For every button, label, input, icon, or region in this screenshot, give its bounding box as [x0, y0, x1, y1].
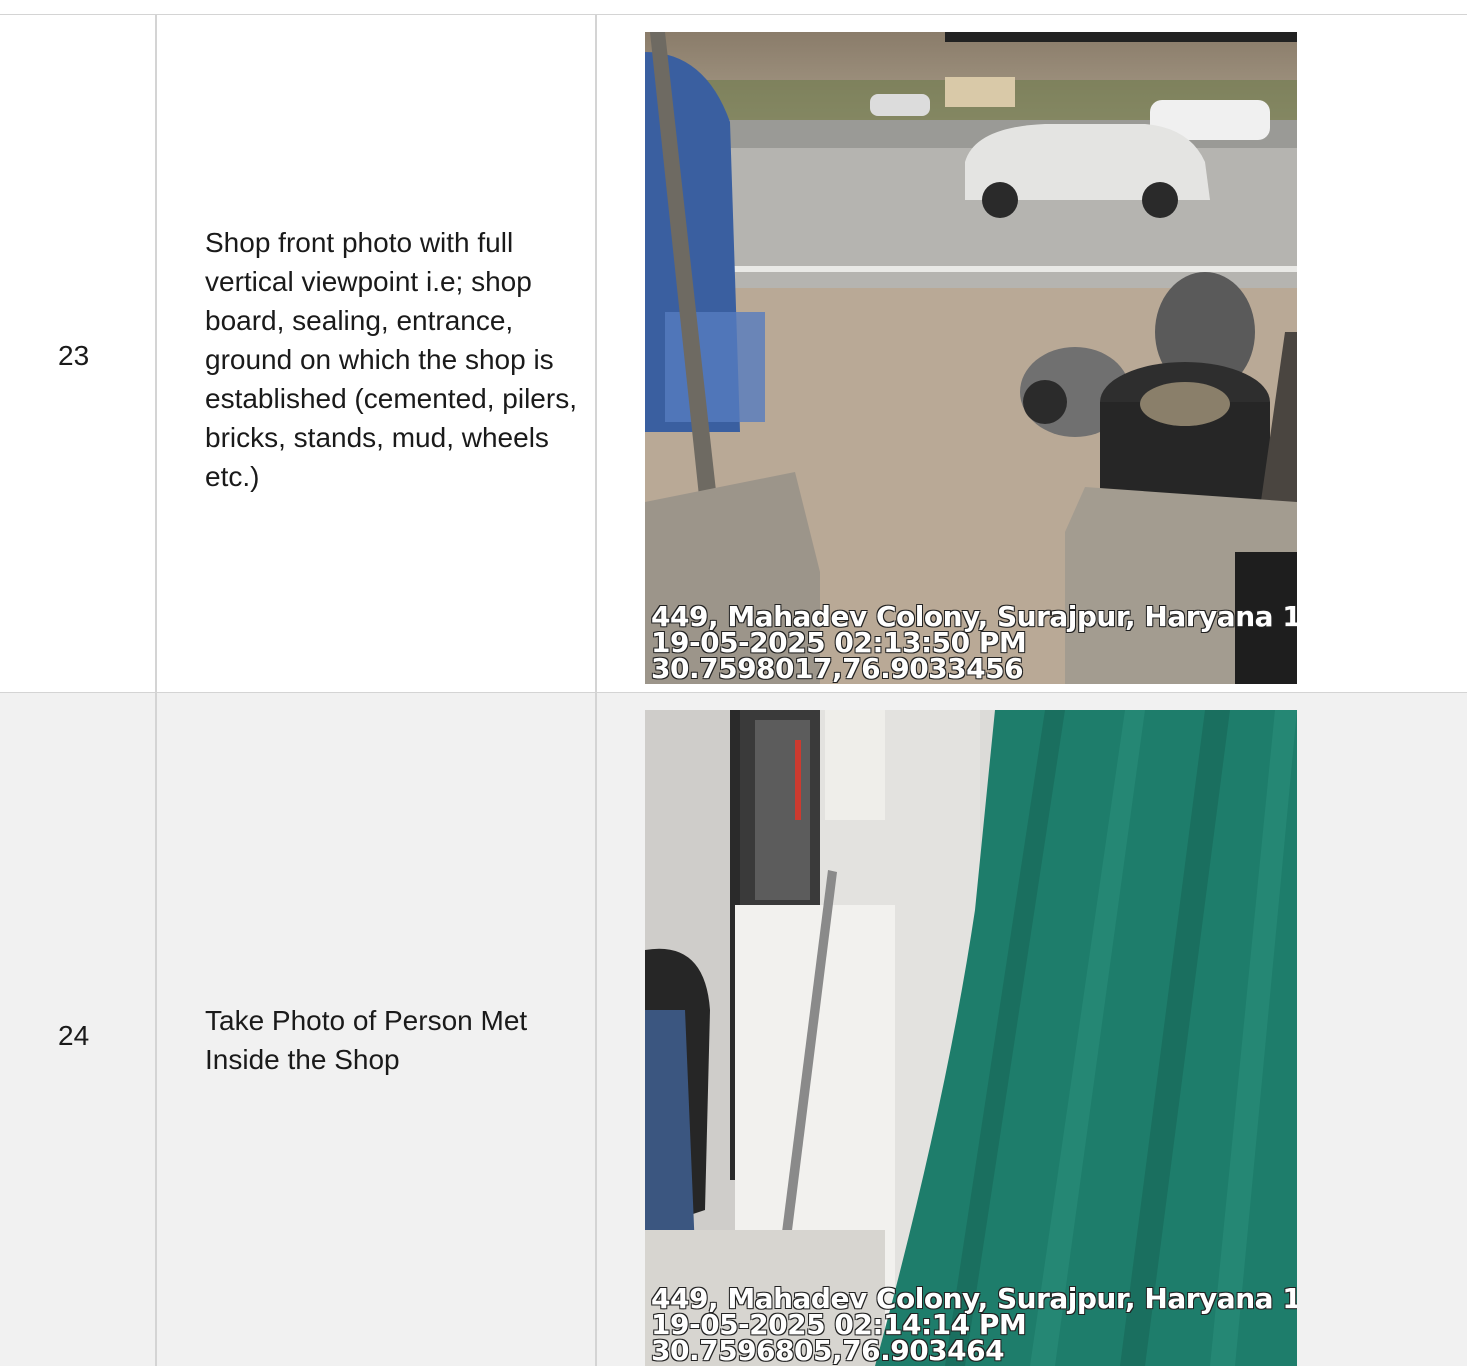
table-row: 23 Shop front photo with full vertical v… — [0, 15, 1467, 693]
geotag-coordinates: 30.7598017,76.9033456 — [651, 652, 1024, 684]
geotag-overlay: 449, Mahadev Colony, Surajpur, Haryana 1… — [651, 1285, 1297, 1366]
shop-front-photo-image — [645, 32, 1297, 684]
description-text: Shop front photo with full vertical view… — [205, 227, 577, 492]
geotag-overlay: 449, Mahadev Colony, Surajpur, Haryana 1… — [651, 603, 1297, 684]
photo-cell: 449, Mahadev Colony, Surajpur, Haryana 1… — [597, 693, 1467, 1366]
geotag-coordinates: 30.7596805,76.903464 — [651, 1334, 1005, 1366]
serial-number: 23 — [58, 340, 90, 371]
description-cell: Take Photo of Person Met Inside the Shop — [157, 693, 597, 1366]
description-text: Take Photo of Person Met Inside the Shop — [205, 1005, 528, 1075]
description-cell: Shop front photo with full vertical view… — [157, 15, 597, 692]
report-table: 23 Shop front photo with full vertical v… — [0, 14, 1467, 1366]
serial-number-cell: 23 — [0, 15, 157, 692]
table-row: 24 Take Photo of Person Met Inside the S… — [0, 693, 1467, 1366]
person-met-photo: 449, Mahadev Colony, Surajpur, Haryana 1… — [645, 710, 1297, 1366]
photo-cell: 449, Mahadev Colony, Surajpur, Haryana 1… — [597, 15, 1467, 692]
person-met-photo-image — [645, 710, 1297, 1366]
serial-number: 24 — [58, 1020, 90, 1051]
serial-number-cell: 24 — [0, 693, 157, 1366]
shop-front-photo: 449, Mahadev Colony, Surajpur, Haryana 1… — [645, 32, 1297, 684]
